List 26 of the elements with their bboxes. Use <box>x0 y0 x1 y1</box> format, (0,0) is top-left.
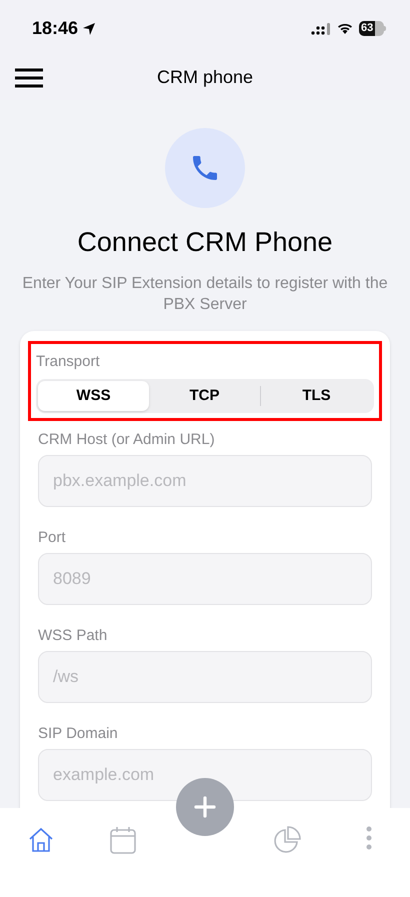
field-label: Port <box>38 529 67 547</box>
wifi-icon <box>337 22 353 34</box>
page-subtitle: Enter Your SIP Extension details to register with the PBX Server <box>21 274 389 314</box>
input-field[interactable]: /ws <box>38 651 372 703</box>
menu-icon[interactable] <box>15 68 43 88</box>
field-label: WSS Path <box>38 627 108 645</box>
more-icon[interactable] <box>365 826 373 850</box>
home-icon[interactable] <box>27 826 55 854</box>
calendar-icon[interactable] <box>110 826 136 854</box>
field-label: Transport <box>36 352 101 372</box>
segment-tab[interactable]: TLS <box>261 381 372 411</box>
signal-icon <box>311 22 331 34</box>
location-arrow-icon <box>82 22 96 36</box>
input-field[interactable]: pbx.example.com <box>38 455 372 507</box>
input-field[interactable]: example.com <box>38 749 372 801</box>
page-title: Connect CRM Phone <box>77 226 333 259</box>
pie-chart-icon[interactable] <box>273 826 301 854</box>
battery-icon: 63 <box>359 21 386 36</box>
plus-icon <box>194 796 216 818</box>
status-time: 18:46 <box>32 17 78 40</box>
header-title: CRM phone <box>156 66 254 89</box>
input-field[interactable]: 8089 <box>38 553 372 605</box>
segment-tab[interactable]: WSS <box>38 381 149 411</box>
field-label: SIP Domain <box>38 725 119 743</box>
field-label: CRM Host (or Admin URL) <box>38 431 216 449</box>
segment-tab[interactable]: TCP <box>149 381 260 411</box>
